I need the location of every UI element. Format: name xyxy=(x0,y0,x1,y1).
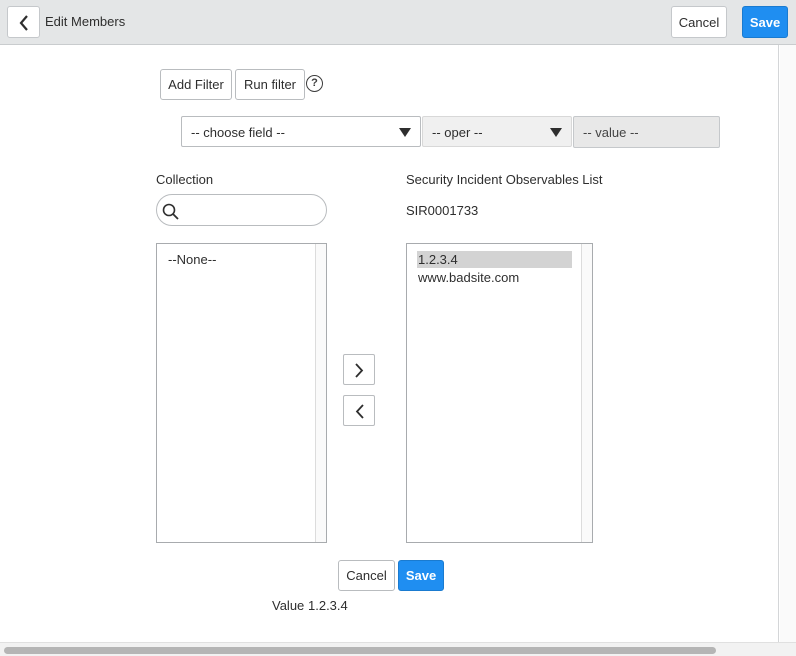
list-item[interactable]: 1.2.3.4 xyxy=(417,251,572,268)
header-save-button[interactable]: Save xyxy=(742,6,788,38)
cancel-button[interactable]: Cancel xyxy=(338,560,395,591)
chevron-left-icon xyxy=(19,15,28,31)
value-label: Value xyxy=(272,598,305,613)
selected-list[interactable]: 1.2.3.4 www.badsite.com xyxy=(406,243,593,543)
horizontal-scrollbar[interactable] xyxy=(0,642,796,656)
collection-list-scrollbar[interactable] xyxy=(315,244,326,542)
back-button[interactable] xyxy=(7,6,40,38)
caret-down-icon xyxy=(399,128,411,137)
value-text: 1.2.3.4 xyxy=(308,598,348,613)
caret-down-icon xyxy=(550,128,562,137)
chevron-left-icon xyxy=(355,404,364,419)
list-item[interactable]: --None-- xyxy=(167,251,216,268)
selected-list-scrollbar[interactable] xyxy=(581,244,592,542)
header-bar: Edit Members Cancel Save xyxy=(0,0,796,45)
choose-field-label: -- choose field -- xyxy=(191,125,285,140)
save-button[interactable]: Save xyxy=(398,560,444,591)
right-gutter xyxy=(780,45,796,642)
chevron-right-icon xyxy=(355,363,364,378)
search-icon xyxy=(162,203,179,220)
move-right-button[interactable] xyxy=(343,354,375,385)
add-filter-button[interactable]: Add Filter xyxy=(160,69,232,100)
move-left-button[interactable] xyxy=(343,395,375,426)
collection-search[interactable] xyxy=(156,194,327,226)
record-number: SIR0001733 xyxy=(406,203,479,218)
run-filter-button[interactable]: Run filter xyxy=(235,69,305,100)
header-cancel-button[interactable]: Cancel xyxy=(671,6,727,38)
list-item[interactable]: www.badsite.com xyxy=(417,269,519,286)
collection-search-input[interactable] xyxy=(183,201,321,219)
page-title: Edit Members xyxy=(45,14,126,29)
selected-list-label: Security Incident Observables List xyxy=(406,172,603,187)
value-field[interactable]: -- value -- xyxy=(573,116,720,148)
help-icon[interactable]: ? xyxy=(306,75,323,92)
collection-label: Collection xyxy=(156,172,214,187)
operator-label: -- oper -- xyxy=(432,125,483,140)
operator-select[interactable]: -- oper -- xyxy=(422,116,572,147)
choose-field-select[interactable]: -- choose field -- xyxy=(181,116,421,147)
value-placeholder: -- value -- xyxy=(583,125,639,140)
horizontal-scrollbar-thumb[interactable] xyxy=(4,647,716,654)
collection-list[interactable]: --None-- xyxy=(156,243,327,543)
